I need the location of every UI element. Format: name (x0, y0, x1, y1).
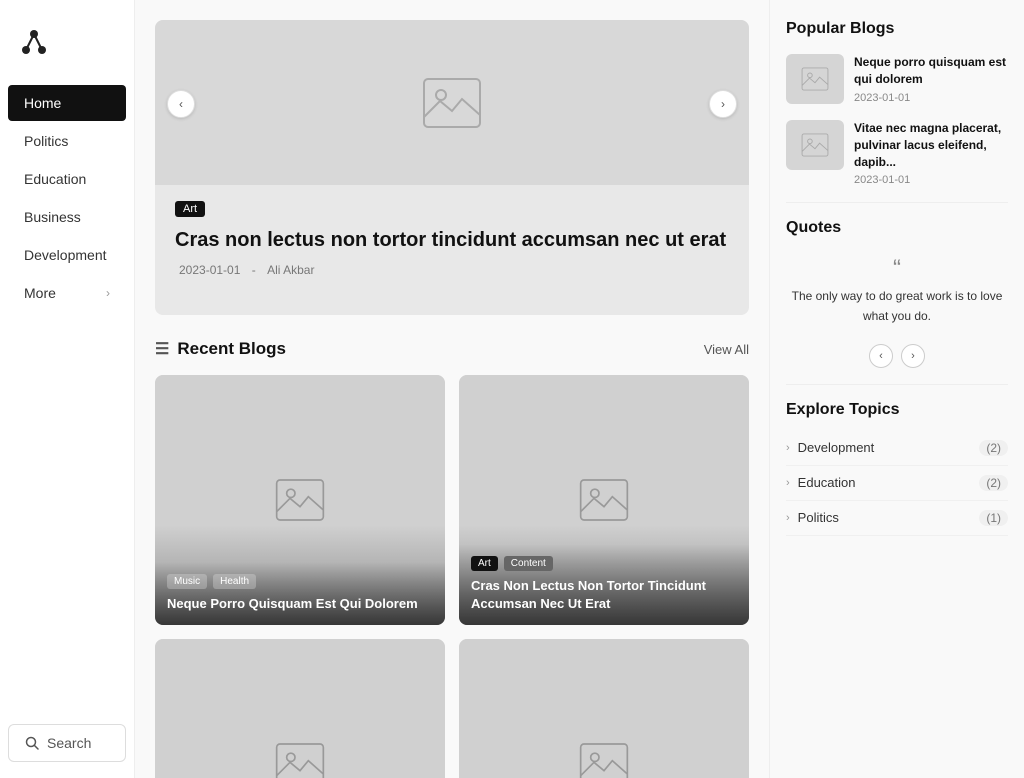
blogs-grid: Music Health Neque Porro Quisquam Est Qu… (155, 375, 749, 778)
popular-thumb-icon-1 (801, 67, 829, 91)
card-image-placeholder-icon-2 (579, 478, 629, 522)
list-icon: ☰ (155, 339, 169, 359)
tag-row-2: Art Content (471, 556, 737, 571)
blog-card-4-image (459, 639, 749, 778)
quote-text: The only way to do great work is to love… (790, 287, 1004, 325)
explore-items-list: › Development (2) › Education (2) › Poli… (786, 431, 1008, 536)
explore-item-1-count: (2) (979, 440, 1008, 456)
explore-item-1-left: › Development (786, 440, 874, 455)
quote-box: “ The only way to do great work is to lo… (786, 249, 1008, 333)
logo-area (0, 16, 134, 84)
sidebar: Home Politics Education Business Develop… (0, 0, 135, 778)
app-logo (16, 24, 52, 60)
chevron-right-icon: › (786, 477, 790, 489)
blog-card-2-overlay: Art Content Cras Non Lectus Non Tortor T… (459, 544, 749, 625)
hero-separator: - (252, 263, 256, 277)
hero-tag: Art (175, 201, 205, 217)
hero-prev-button[interactable]: ‹ (167, 90, 195, 118)
explore-item-1-label: Development (798, 440, 875, 455)
quote-prev-button[interactable]: ‹ (869, 344, 893, 368)
hero-image (155, 20, 749, 185)
view-all-link[interactable]: View All (704, 342, 749, 357)
hero-meta: 2023-01-01 - Ali Akbar (175, 263, 729, 277)
blog-card-1[interactable]: Music Health Neque Porro Quisquam Est Qu… (155, 375, 445, 625)
explore-item-3[interactable]: › Politics (1) (786, 501, 1008, 536)
explore-item-3-label: Politics (798, 510, 839, 525)
popular-blogs-section: Popular Blogs Neque porro quisquam est q… (786, 20, 1008, 186)
divider-2 (786, 384, 1008, 385)
sidebar-item-politics[interactable]: Politics (8, 123, 126, 159)
popular-item-2-date: 2023-01-01 (854, 174, 1008, 186)
sidebar-item-education[interactable]: Education (8, 161, 126, 197)
hero-author: Ali Akbar (267, 263, 314, 277)
chevron-right-icon: › (786, 442, 790, 454)
popular-item-1-info: Neque porro quisquam est qui dolorem 202… (854, 54, 1008, 104)
search-icon (25, 736, 39, 750)
recent-blogs-title: Recent Blogs (177, 339, 286, 359)
tag-health: Health (213, 574, 256, 589)
search-button[interactable]: Search (8, 724, 126, 762)
chevron-right-icon: › (786, 512, 790, 524)
blog-card-1-title: Neque Porro Quisquam Est Qui Dolorem (167, 595, 433, 613)
popular-item-1[interactable]: Neque porro quisquam est qui dolorem 202… (786, 54, 1008, 104)
explore-item-2-label: Education (798, 475, 856, 490)
hero-title: Cras non lectus non tortor tincidunt acc… (175, 227, 729, 253)
explore-item-2[interactable]: › Education (2) (786, 466, 1008, 501)
popular-item-2-title: Vitae nec magna placerat, pulvinar lacus… (854, 120, 1008, 170)
explore-item-1[interactable]: › Development (2) (786, 431, 1008, 466)
hero-section: ‹ › Art Cras non lectus non tortor tinci… (155, 20, 749, 315)
chevron-right-icon: › (106, 286, 110, 300)
sidebar-item-more[interactable]: More › (8, 275, 126, 311)
popular-item-1-date: 2023-01-01 (854, 92, 1008, 104)
popular-thumb-icon-2 (801, 133, 829, 157)
quotes-section: Quotes “ The only way to do great work i… (786, 219, 1008, 367)
card-image-placeholder-icon-4 (579, 742, 629, 778)
quote-navigation: ‹ › (786, 344, 1008, 368)
quote-mark: “ (790, 257, 1004, 281)
sidebar-item-business[interactable]: Business (8, 199, 126, 235)
recent-blogs-section: ☰ Recent Blogs View All Music H (155, 339, 749, 778)
section-header: ☰ Recent Blogs View All (155, 339, 749, 359)
divider-1 (786, 202, 1008, 203)
blog-card-2-title: Cras Non Lectus Non Tortor Tincidunt Acc… (471, 577, 737, 613)
hero-content: Art Cras non lectus non tortor tincidunt… (155, 185, 749, 291)
tag-music: Music (167, 574, 207, 589)
quote-next-button[interactable]: › (901, 344, 925, 368)
explore-topics-title: Explore Topics (786, 401, 1008, 419)
explore-item-2-left: › Education (786, 475, 856, 490)
sidebar-item-development[interactable]: Development (8, 237, 126, 273)
card-image-placeholder-icon (275, 478, 325, 522)
popular-item-2[interactable]: Vitae nec magna placerat, pulvinar lacus… (786, 120, 1008, 186)
image-placeholder-icon (422, 77, 482, 129)
blog-card-3-image (155, 639, 445, 778)
tag-art: Art (471, 556, 498, 571)
blog-card-2[interactable]: Art Content Cras Non Lectus Non Tortor T… (459, 375, 749, 625)
right-sidebar: Popular Blogs Neque porro quisquam est q… (769, 0, 1024, 778)
popular-item-1-title: Neque porro quisquam est qui dolorem (854, 54, 1008, 88)
quotes-title: Quotes (786, 219, 1008, 237)
explore-item-3-count: (1) (979, 510, 1008, 526)
popular-item-2-info: Vitae nec magna placerat, pulvinar lacus… (854, 120, 1008, 186)
popular-item-1-thumb (786, 54, 844, 104)
tag-content: Content (504, 556, 553, 571)
blog-card-1-overlay: Music Health Neque Porro Quisquam Est Qu… (155, 562, 445, 625)
section-title-row: ☰ Recent Blogs (155, 339, 286, 359)
explore-item-2-count: (2) (979, 475, 1008, 491)
sidebar-item-home[interactable]: Home (8, 85, 126, 121)
tag-row-1: Music Health (167, 574, 433, 589)
popular-item-2-thumb (786, 120, 844, 170)
explore-topics-section: Explore Topics › Development (2) › Educa… (786, 401, 1008, 536)
explore-item-3-left: › Politics (786, 510, 839, 525)
card-image-placeholder-icon-3 (275, 742, 325, 778)
blog-card-3[interactable] (155, 639, 445, 778)
popular-blogs-title: Popular Blogs (786, 20, 1008, 38)
main-content: ‹ › Art Cras non lectus non tortor tinci… (135, 0, 769, 778)
hero-date: 2023-01-01 (179, 263, 240, 277)
blog-card-4[interactable] (459, 639, 749, 778)
hero-next-button[interactable]: › (709, 90, 737, 118)
